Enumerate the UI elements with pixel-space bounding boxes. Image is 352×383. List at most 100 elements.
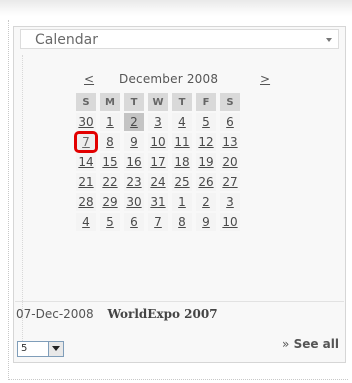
calendar-day-link[interactable]: 30 (78, 115, 93, 129)
calendar-day-link[interactable]: 10 (150, 135, 165, 149)
calendar-day-link[interactable]: 10 (222, 215, 237, 229)
calendar-day[interactable]: 29 (100, 193, 120, 211)
select-dropdown-button[interactable] (48, 342, 63, 356)
outer-dotted-border (8, 20, 10, 380)
event-title-link[interactable]: WorldExpo 2007 (108, 307, 218, 321)
calendar-day-link[interactable]: 22 (102, 175, 117, 189)
calendar-day[interactable]: 1 (172, 193, 192, 211)
calendar-day[interactable]: 23 (124, 173, 144, 191)
calendar-day-link[interactable]: 8 (178, 215, 186, 229)
calendar-day-link[interactable]: 11 (174, 135, 189, 149)
calendar-day-link[interactable]: 2 (130, 115, 138, 129)
calendar-week-row: 21 22 23 24 25 26 27 (76, 173, 240, 191)
calendar-day[interactable]: 10 (148, 133, 168, 151)
calendar-day-link[interactable]: 9 (202, 215, 210, 229)
calendar-day-link[interactable]: 6 (226, 115, 234, 129)
calendar-day[interactable]: 14 (76, 153, 96, 171)
calendar-day[interactable]: 5 (196, 113, 216, 131)
calendar-day[interactable]: 26 (196, 173, 216, 191)
calendar-day[interactable]: 21 (76, 173, 96, 191)
calendar-day-link[interactable]: 4 (178, 115, 186, 129)
calendar-day-link[interactable]: 7 (82, 135, 90, 149)
calendar-day-link[interactable]: 26 (198, 175, 213, 189)
calendar-day[interactable]: 20 (220, 153, 240, 171)
next-month-link[interactable]: > (260, 72, 270, 86)
calendar-day[interactable]: 7 (148, 213, 168, 231)
calendar-day[interactable]: 8 (100, 133, 120, 151)
calendar-day[interactable]: 6 (220, 113, 240, 131)
calendar-day-link[interactable]: 5 (202, 115, 210, 129)
calendar-day-link[interactable]: 7 (154, 215, 162, 229)
calendar-day-link[interactable]: 3 (226, 195, 234, 209)
calendar-day-link[interactable]: 30 (126, 195, 141, 209)
page: Calendar < December 2008 > S M T W T F S… (0, 0, 352, 383)
calendar-day-link[interactable]: 19 (198, 155, 213, 169)
calendar-day[interactable]: 18 (172, 153, 192, 171)
calendar-day-link[interactable]: 13 (222, 135, 237, 149)
calendar-day-link[interactable]: 5 (106, 215, 114, 229)
calendar-day[interactable]: 1 (100, 113, 120, 131)
calendar-day-link[interactable]: 15 (102, 155, 117, 169)
calendar-day-link[interactable]: 12 (198, 135, 213, 149)
calendar-day-link[interactable]: 24 (150, 175, 165, 189)
calendar-day[interactable]: 22 (100, 173, 120, 191)
calendar-day[interactable]: 2 (124, 113, 144, 131)
calendar-day[interactable]: 17 (148, 153, 168, 171)
calendar-day-link[interactable]: 29 (102, 195, 117, 209)
calendar-day[interactable]: 12 (196, 133, 216, 151)
calendar-day[interactable]: 30 (124, 193, 144, 211)
calendar-day[interactable]: 4 (76, 213, 96, 231)
calendar-day[interactable]: 8 (172, 213, 192, 231)
calendar-day-link[interactable]: 25 (174, 175, 189, 189)
calendar-day[interactable]: 15 (100, 153, 120, 171)
calendar-day-link[interactable]: 23 (126, 175, 141, 189)
calendar-day-link[interactable]: 2 (202, 195, 210, 209)
calendar-day[interactable]: 9 (124, 133, 144, 151)
calendar-day-link[interactable]: 1 (106, 115, 114, 129)
calendar-day-link[interactable]: 16 (126, 155, 141, 169)
calendar-day-link[interactable]: 28 (78, 195, 93, 209)
calendar-day[interactable]: 31 (148, 193, 168, 211)
see-all-link[interactable]: » See all (282, 337, 339, 351)
calendar-day-link[interactable]: 4 (82, 215, 90, 229)
calendar-day[interactable]: 16 (124, 153, 144, 171)
calendar-day-selected[interactable]: 7 (74, 131, 98, 153)
calendar-day-link[interactable]: 18 (174, 155, 189, 169)
calendar-day-link[interactable]: 14 (78, 155, 93, 169)
calendar-day[interactable]: 19 (196, 153, 216, 171)
calendar-grid: S M T W T F S 30 1 2 3 4 5 6 7 8 9 10 11 12 13 14 15 16 1… (72, 91, 244, 233)
count-select[interactable]: 5 (17, 341, 64, 357)
calendar-day[interactable]: 11 (172, 133, 192, 151)
calendar-day[interactable]: 24 (148, 173, 168, 191)
calendar-day-link[interactable]: 8 (106, 135, 114, 149)
widget-header[interactable]: Calendar (20, 29, 339, 49)
calendar-day-link[interactable]: 17 (150, 155, 165, 169)
calendar-day[interactable]: 3 (148, 113, 168, 131)
calendar-day[interactable]: 10 (220, 213, 240, 231)
calendar-day[interactable]: 13 (220, 133, 240, 151)
calendar-day[interactable]: 9 (196, 213, 216, 231)
calendar-day[interactable]: 27 (220, 173, 240, 191)
calendar-day-link[interactable]: 27 (222, 175, 237, 189)
chevron-down-icon[interactable] (326, 38, 332, 42)
weekday-header-row: S M T W T F S (76, 93, 240, 111)
calendar-day-link[interactable]: 3 (154, 115, 162, 129)
prev-month-link[interactable]: < (84, 72, 94, 86)
calendar-day[interactable]: 5 (100, 213, 120, 231)
calendar-day[interactable]: 30 (76, 113, 96, 131)
calendar-day-link[interactable]: 20 (222, 155, 237, 169)
event-item: 07-Dec-2008 WorldExpo 2007 (16, 307, 218, 321)
calendar-day[interactable]: 28 (76, 193, 96, 211)
calendar-day[interactable]: 2 (196, 193, 216, 211)
calendar-day-link[interactable]: 21 (78, 175, 93, 189)
calendar-day-link[interactable]: 6 (130, 215, 138, 229)
calendar-day[interactable]: 25 (172, 173, 192, 191)
calendar-day[interactable]: 3 (220, 193, 240, 211)
calendar-day-link[interactable]: 31 (150, 195, 165, 209)
calendar-day[interactable]: 6 (124, 213, 144, 231)
calendar-day[interactable]: 4 (172, 113, 192, 131)
calendar-day-link[interactable]: 9 (130, 135, 138, 149)
calendar-day-link[interactable]: 1 (178, 195, 186, 209)
weekday-fri: F (196, 93, 216, 111)
calendar-week-row: 14 15 16 17 18 19 20 (76, 153, 240, 171)
